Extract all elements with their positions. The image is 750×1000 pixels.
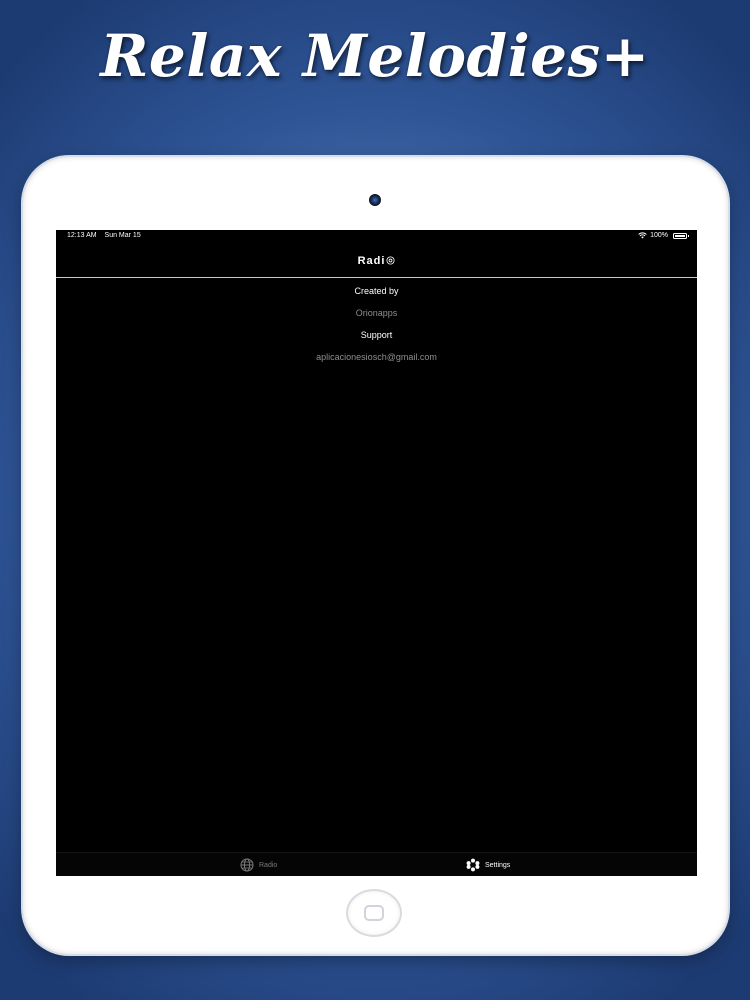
page-title-text: Radi bbox=[357, 255, 386, 267]
battery-icon bbox=[673, 232, 689, 239]
app-screen: 12:13 AM Sun Mar 15 100% Radi Created by… bbox=[56, 230, 697, 876]
settings-icon bbox=[466, 858, 480, 872]
battery-percent: 100% bbox=[650, 232, 668, 239]
wifi-icon bbox=[638, 232, 647, 239]
home-square-icon bbox=[364, 905, 384, 921]
status-bar: 12:13 AM Sun Mar 15 100% bbox=[56, 232, 697, 242]
navigation-bar: Radi bbox=[56, 243, 697, 278]
status-date: Sun Mar 15 bbox=[104, 232, 141, 239]
camera-icon bbox=[369, 194, 381, 206]
tab-radio[interactable]: Radio bbox=[240, 853, 277, 876]
tab-bar: Radio Settings bbox=[56, 852, 697, 876]
support-label: Support bbox=[360, 330, 393, 340]
support-email-link[interactable]: aplicacionesiosch@gmail.com bbox=[56, 346, 697, 368]
radio-wave-icon bbox=[386, 256, 395, 265]
tab-settings[interactable]: Settings bbox=[466, 853, 510, 876]
status-time: 12:13 AM bbox=[67, 232, 97, 239]
created-by-label: Created by bbox=[354, 286, 399, 296]
globe-icon bbox=[240, 858, 254, 872]
tab-settings-label: Settings bbox=[485, 861, 511, 869]
ipad-frame: 12:13 AM Sun Mar 15 100% Radi Created by… bbox=[23, 157, 728, 954]
settings-content: Created by Orionapps Support aplicacione… bbox=[56, 280, 697, 368]
promo-banner-title: Relax Melodies+ bbox=[100, 22, 650, 90]
created-by-value: Orionapps bbox=[355, 308, 398, 318]
tab-radio-label: Radio bbox=[259, 861, 278, 869]
page-title: Radi bbox=[56, 255, 697, 267]
home-button[interactable] bbox=[346, 889, 402, 937]
